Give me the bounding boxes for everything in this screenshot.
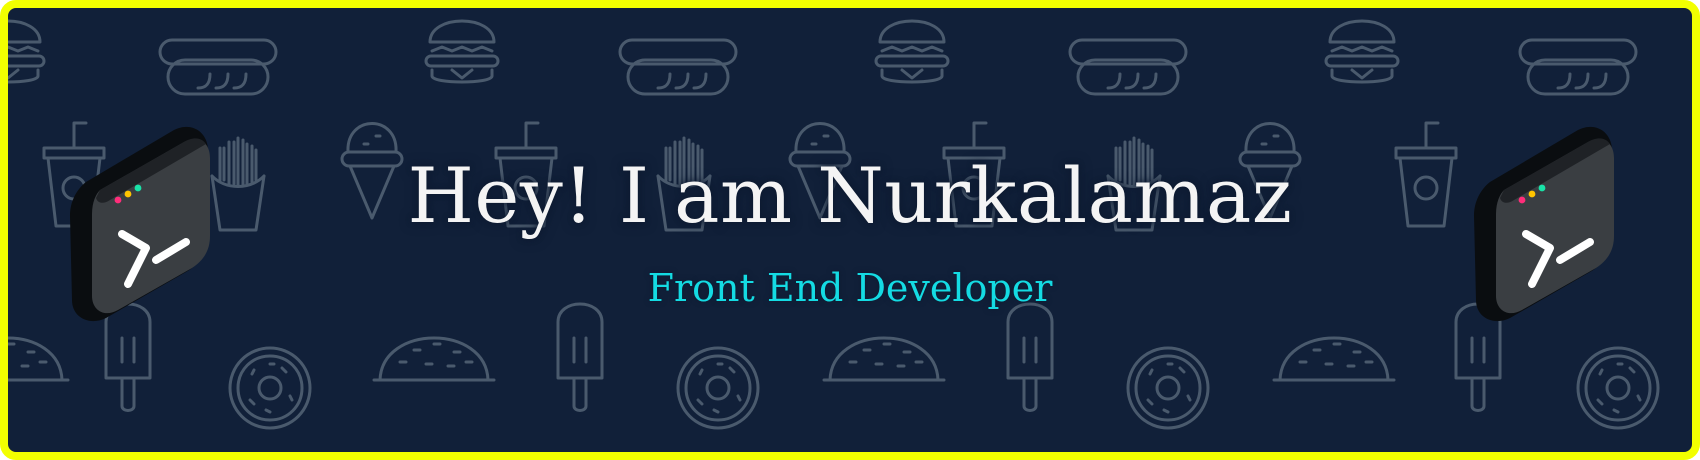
profile-banner: Hey! I am Nurkalamaz Front End Developer xyxy=(0,0,1700,460)
title-container: Hey! I am Nurkalamaz xyxy=(8,152,1692,240)
page-title: Hey! I am Nurkalamaz xyxy=(407,151,1293,240)
subtitle-container: Front End Developer xyxy=(8,264,1692,312)
role-subtitle: Front End Developer xyxy=(647,266,1053,310)
